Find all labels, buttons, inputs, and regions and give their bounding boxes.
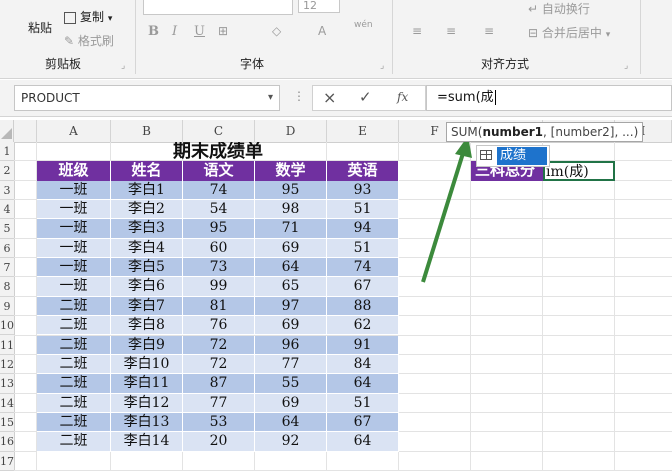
tooltip-arg-current: number1 bbox=[482, 125, 544, 139]
function-tooltip: SUM(number1, [number2], ...) bbox=[446, 122, 644, 142]
annotation-arrow bbox=[421, 136, 472, 283]
tooltip-function: SUM( bbox=[451, 125, 483, 139]
tooltip-args-rest: , [number2], ...) bbox=[543, 125, 639, 139]
autocomplete-list: 成绩 bbox=[476, 145, 550, 167]
arrow-shaft bbox=[421, 149, 466, 283]
autocomplete-item[interactable]: 成绩 bbox=[497, 147, 547, 165]
table-icon bbox=[480, 150, 492, 160]
